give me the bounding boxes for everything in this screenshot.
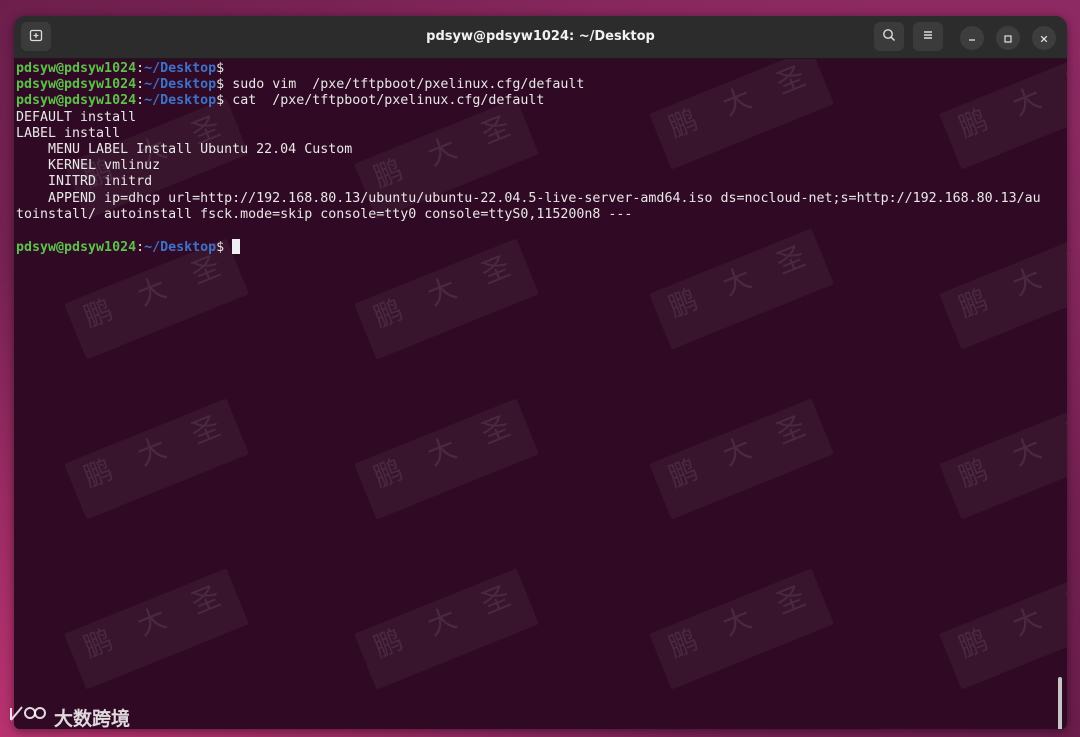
minimize-icon xyxy=(967,29,977,48)
output-line: toinstall/ autoinstall fsck.mode=skip co… xyxy=(16,206,633,222)
command-text: sudo vim /pxe/tftpboot/pxelinux.cfg/defa… xyxy=(224,77,585,93)
prompt-line: pdsyw@pdsyw1024:~/Desktop$ sudo vim /pxe… xyxy=(16,77,1067,93)
output-line: KERNEL vmlinuz xyxy=(16,158,161,174)
search-icon xyxy=(882,27,896,46)
desktop-background: pdsyw@pdsyw1024: ~/Desktop 鹏 大 圣 鹏 大 圣 鹏… xyxy=(0,0,1080,737)
prompt-user: pdsyw@pdsyw1024 xyxy=(16,93,137,109)
output-line: APPEND ip=dhcp url=http://192.168.80.13/… xyxy=(16,190,1041,206)
prompt-line: pdsyw@pdsyw1024:~/Desktop$ cat /pxe/tftp… xyxy=(16,93,1067,109)
prompt-sign: $ xyxy=(216,240,225,256)
corner-logo: 大数跨境 xyxy=(8,704,130,731)
watermark-tile: 鹏大圣 xyxy=(64,238,249,360)
prompt-path: ~/Desktop xyxy=(144,93,217,109)
prompt-separator: : xyxy=(136,61,145,76)
logo-mark-icon xyxy=(8,704,48,731)
prompt-sign: $ xyxy=(216,61,225,76)
prompt-path: ~/Desktop xyxy=(144,240,217,256)
title-bar[interactable]: pdsyw@pdsyw1024: ~/Desktop xyxy=(14,16,1067,59)
prompt-path: ~/Desktop xyxy=(144,77,217,93)
terminal-output[interactable]: 鹏大圣 鹏大圣 鹏大圣 鹏大圣 鹏大圣 鹏大圣 鹏大圣 鹏大圣 鹏大圣 鹏大圣 … xyxy=(14,59,1067,729)
window-title: pdsyw@pdsyw1024: ~/Desktop xyxy=(426,29,655,44)
logo-text: 大数跨境 xyxy=(54,708,131,730)
watermark-tile: 鹏大圣 xyxy=(64,568,249,690)
prompt-sign: $ xyxy=(216,77,225,93)
command-text: cat /pxe/tftpboot/pxelinux.cfg/default xyxy=(224,93,545,109)
prompt-line: pdsyw@pdsyw1024:~/Desktop$ xyxy=(16,239,1067,255)
text-cursor xyxy=(232,239,241,255)
prompt-user: pdsyw@pdsyw1024 xyxy=(16,77,137,93)
terminal-window: pdsyw@pdsyw1024: ~/Desktop 鹏 大 圣 鹏 大 圣 鹏… xyxy=(14,16,1067,729)
maximize-button[interactable] xyxy=(996,26,1020,50)
terminal-lines: pdsyw@pdsyw1024:~/Desktop$ pdsyw@pdsyw102… xyxy=(16,61,1067,255)
watermark-tile: 鹏大圣 xyxy=(939,568,1067,690)
hamburger-menu-icon xyxy=(921,27,935,46)
command-text xyxy=(224,240,232,255)
prompt-separator: : xyxy=(136,240,145,256)
prompt-path: ~/Desktop xyxy=(144,61,217,76)
maximize-icon xyxy=(1003,29,1013,48)
search-button[interactable] xyxy=(874,22,904,51)
output-line: LABEL install xyxy=(16,125,121,141)
prompt-sign: $ xyxy=(216,93,225,109)
prompt-line: pdsyw@pdsyw1024:~/Desktop$ xyxy=(16,61,1067,77)
output-line: MENU LABEL Install Ubuntu 22.04 Custom xyxy=(16,141,353,157)
minimize-button[interactable] xyxy=(960,26,984,50)
scrollbar[interactable] xyxy=(1058,677,1062,729)
watermark-tile: 鹏大圣 xyxy=(64,398,249,520)
watermark-tile: 鹏大圣 xyxy=(649,568,834,690)
watermark-tile: 鹏大圣 xyxy=(939,398,1067,520)
close-button[interactable] xyxy=(1032,26,1056,50)
prompt-separator: : xyxy=(136,93,145,109)
prompt-separator: : xyxy=(136,77,145,93)
watermark-tile: 鹏大圣 xyxy=(354,238,539,360)
output-line: DEFAULT install xyxy=(16,109,137,125)
watermark-tile: 鹏大圣 xyxy=(649,398,834,520)
prompt-user: pdsyw@pdsyw1024 xyxy=(16,61,137,76)
watermark-tile: 鹏大圣 xyxy=(354,568,539,690)
output-line: INITRD initrd xyxy=(16,174,153,190)
prompt-user: pdsyw@pdsyw1024 xyxy=(16,240,137,256)
menu-button[interactable] xyxy=(913,22,943,51)
close-icon xyxy=(1039,29,1049,48)
watermark-tile: 鹏大圣 xyxy=(354,398,539,520)
